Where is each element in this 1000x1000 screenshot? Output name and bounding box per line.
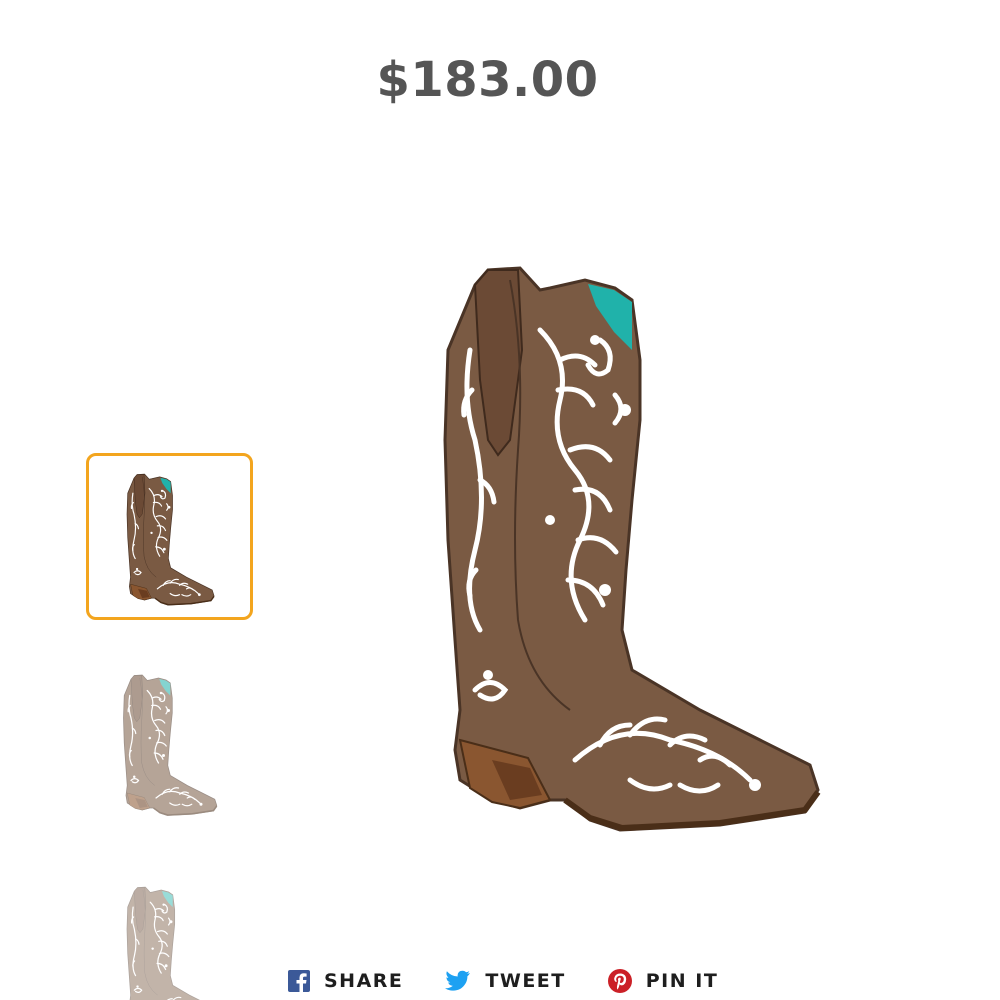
- boot-thumbnail-image: [122, 674, 218, 817]
- social-share-bar: SHARE TWEET PIN IT: [288, 962, 718, 1000]
- twitter-share-button[interactable]: TWEET: [445, 970, 565, 992]
- boot-thumbnail-image: [126, 473, 215, 606]
- twitter-share-label: TWEET: [485, 970, 566, 992]
- facebook-share-button[interactable]: SHARE: [288, 970, 403, 992]
- pinterest-icon: [607, 969, 632, 993]
- product-price: $183.00: [376, 52, 599, 108]
- pinterest-share-label: PIN IT: [645, 970, 719, 992]
- boot-thumbnail-image: [126, 886, 219, 1000]
- facebook-icon: [288, 970, 310, 992]
- pinterest-share-button[interactable]: PIN IT: [607, 969, 719, 993]
- product-page: $183.00 SHARE TWEET PIN IT: [0, 0, 1000, 1000]
- facebook-share-label: SHARE: [324, 970, 404, 992]
- gallery-thumbnail-3[interactable]: [86, 868, 253, 1000]
- twitter-icon: [445, 970, 471, 991]
- product-main-image[interactable]: [400, 240, 850, 860]
- boot-image: [400, 240, 850, 860]
- gallery-thumbnail-2[interactable]: [86, 660, 253, 827]
- gallery-thumbnail-1-selected[interactable]: [86, 453, 253, 620]
